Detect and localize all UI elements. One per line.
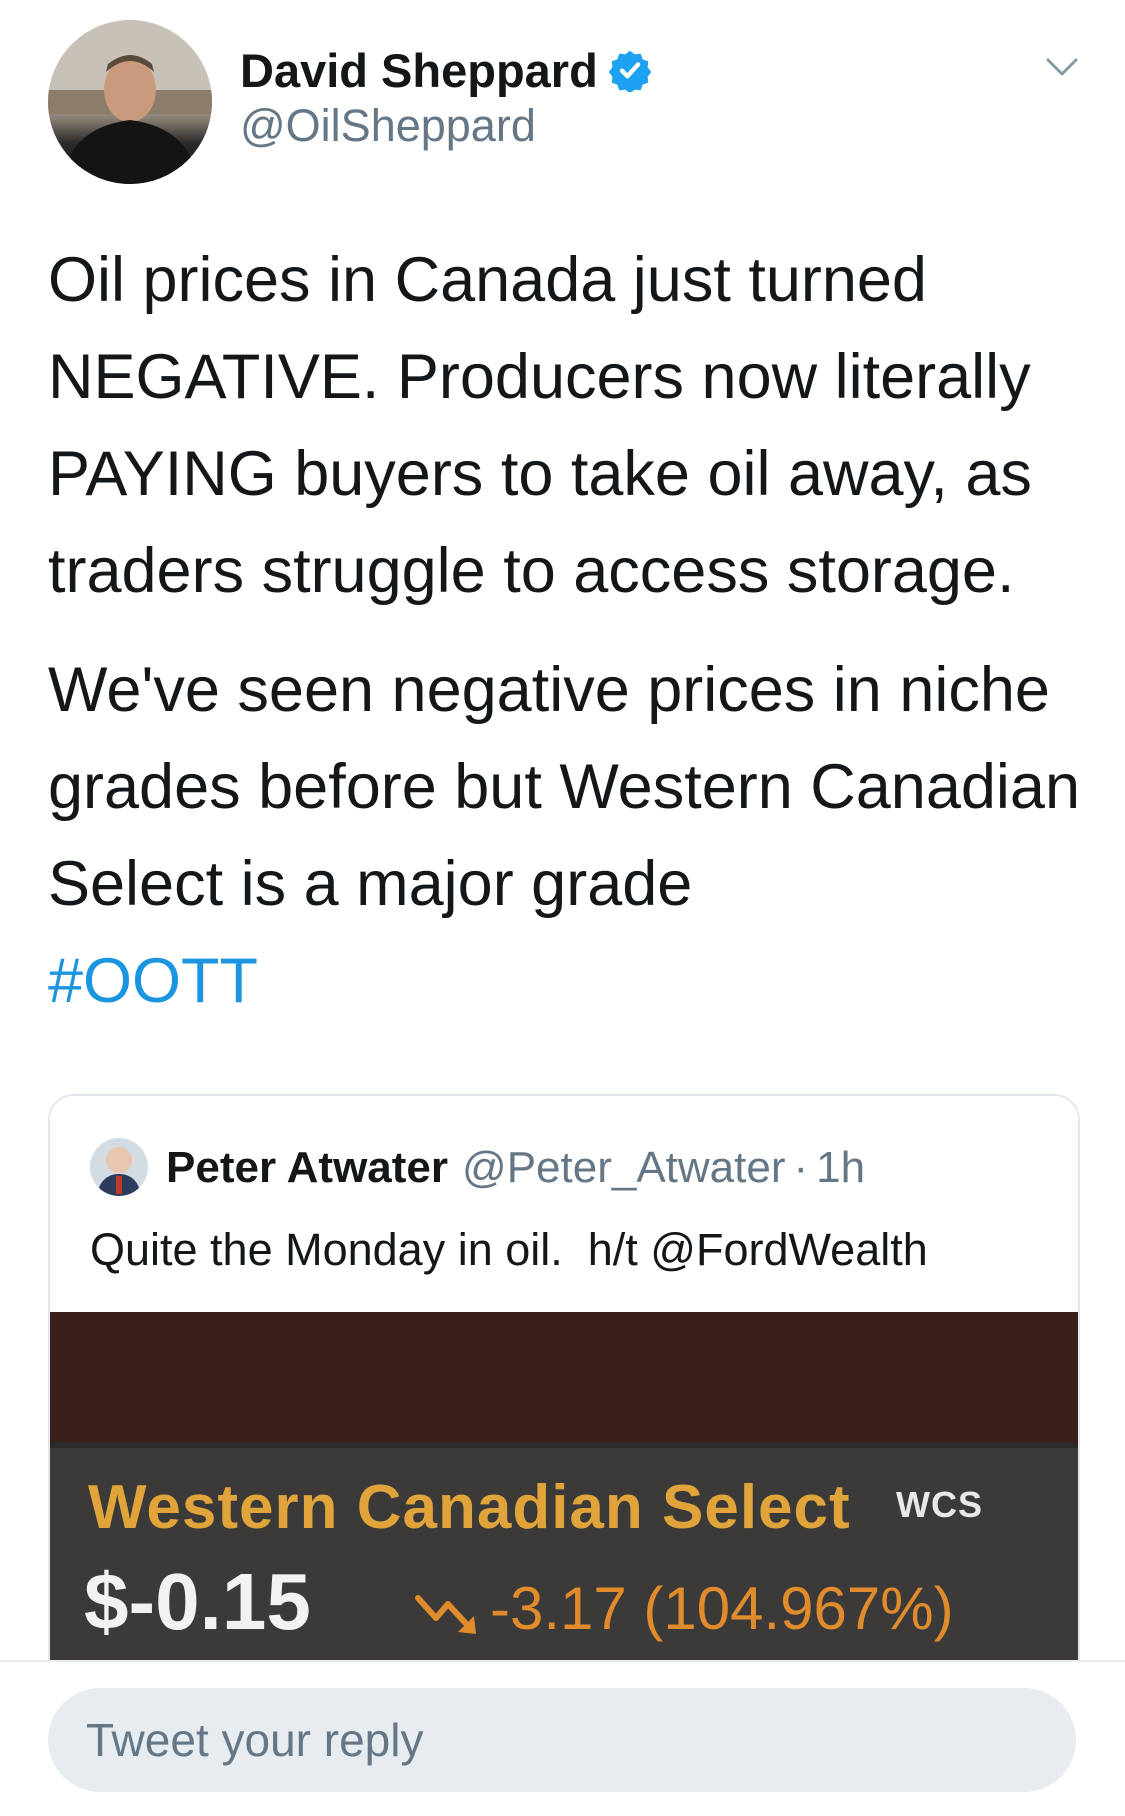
hashtag-link[interactable]: #OOTT [48,946,258,1016]
tweet-paragraph-2-text: We've seen negative prices in niche grad… [48,655,1080,919]
image-divider [50,1442,1078,1448]
avatar-tie-shape [116,1176,122,1194]
wcs-change: -3.17 (104.967%) [490,1575,954,1642]
verified-badge-icon [608,50,652,92]
reply-bar [0,1660,1125,1816]
trend-down-arrow-icon [415,1595,476,1634]
chevron-down-icon[interactable] [1044,54,1080,82]
quoted-tweet-text: Quite the Monday in oil. h/t @FordWealth [90,1224,928,1275]
tweet-detail-page: David Sheppard @OilSheppard Oil prices i… [0,0,1125,1816]
quoted-author-avatar [90,1138,148,1196]
reply-input[interactable] [48,1688,1076,1792]
tweet-paragraph-1: Oil prices in Canada just turned NEGATIV… [48,245,1032,606]
wcs-price: $-0.15 [84,1557,311,1646]
image-top-band [50,1312,1078,1442]
wcs-title: Western Canadian Select [88,1473,851,1542]
tweet-text: Oil prices in Canada just turned NEGATIV… [48,232,1088,1030]
author-handle[interactable]: @OilSheppard [240,100,536,152]
author-avatar[interactable] [48,20,212,184]
author-avatar-image [48,20,212,184]
tweet-paragraph-2: We've seen negative prices in niche grad… [48,642,1088,1030]
quoted-author-handle: @Peter_Atwater [462,1143,786,1192]
separator-dot: · [793,1143,809,1192]
author-display-name[interactable]: David Sheppard [240,43,598,98]
quoted-tweet-time: 1h [816,1143,866,1192]
wcs-ticker: WCS [896,1484,983,1525]
author-name-row: David Sheppard [240,40,652,100]
quoted-tweet-header: Peter Atwater @Peter_Atwater · 1h [166,1138,865,1198]
quoted-author-name: Peter Atwater [166,1143,449,1192]
